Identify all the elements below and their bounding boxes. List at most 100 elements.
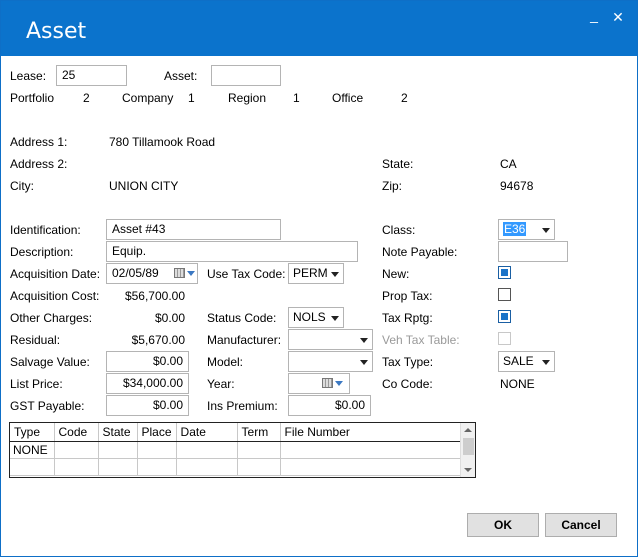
note-payable-label: Note Payable: bbox=[382, 245, 458, 259]
acquisition-date-value: 02/05/89 bbox=[112, 266, 159, 280]
table-cell[interactable] bbox=[54, 458, 99, 476]
residual-label: Residual: bbox=[10, 333, 61, 347]
co-code-value: NONE bbox=[500, 377, 535, 391]
other-charges-label: Other Charges: bbox=[10, 311, 93, 325]
company-value: 1 bbox=[188, 91, 195, 105]
chevron-down-icon bbox=[360, 338, 368, 343]
use-tax-code-label: Use Tax Code: bbox=[207, 267, 286, 281]
column-header-type[interactable]: Type bbox=[10, 423, 55, 442]
grid-table: Type Code State Place Date Term File Num… bbox=[10, 423, 462, 476]
model-select[interactable] bbox=[288, 351, 373, 372]
new-label: New: bbox=[382, 267, 410, 281]
table-row[interactable]: NONE bbox=[10, 441, 462, 459]
table-cell[interactable] bbox=[176, 441, 238, 459]
identification-label: Identification: bbox=[10, 223, 81, 237]
table-cell[interactable] bbox=[237, 458, 281, 476]
table-cell[interactable] bbox=[98, 441, 138, 459]
calendar-icon[interactable] bbox=[322, 378, 333, 388]
class-select[interactable]: E36 bbox=[498, 219, 555, 240]
titlebar[interactable]: Asset _ ✕ bbox=[1, 1, 637, 56]
scroll-thumb[interactable] bbox=[463, 438, 474, 455]
address1-value: 780 Tillamook Road bbox=[109, 135, 216, 149]
asset-label: Asset: bbox=[164, 69, 198, 83]
table-cell[interactable] bbox=[237, 441, 281, 459]
column-header-date[interactable]: Date bbox=[176, 423, 238, 442]
scroll-down-icon[interactable] bbox=[464, 468, 472, 472]
chevron-down-icon[interactable] bbox=[187, 271, 195, 276]
table-cell[interactable] bbox=[280, 458, 462, 476]
calendar-icon[interactable] bbox=[174, 268, 185, 278]
prop-tax-label: Prop Tax: bbox=[382, 289, 433, 303]
prop-tax-checkbox[interactable] bbox=[498, 288, 511, 301]
asset-dialog: Asset _ ✕ Lease: 25 Asset: Portfolio 2 C… bbox=[0, 0, 638, 557]
portfolio-value: 2 bbox=[83, 91, 90, 105]
state-label: State: bbox=[382, 157, 414, 171]
veh-tax-table-checkbox bbox=[498, 332, 511, 345]
acquisition-date-label: Acquisition Date: bbox=[10, 267, 101, 281]
description-input[interactable]: Equip. bbox=[106, 241, 358, 262]
table-cell[interactable] bbox=[10, 458, 55, 476]
list-price-input[interactable]: $34,000.00 bbox=[106, 373, 189, 394]
status-code-label: Status Code: bbox=[207, 311, 277, 325]
co-code-label: Co Code: bbox=[382, 377, 433, 391]
tax-rptg-checkbox[interactable] bbox=[498, 310, 511, 323]
scroll-up-icon[interactable] bbox=[464, 428, 472, 432]
list-price-label: List Price: bbox=[10, 377, 63, 391]
table-cell[interactable] bbox=[176, 458, 238, 476]
description-label: Description: bbox=[10, 245, 74, 259]
chevron-down-icon bbox=[360, 360, 368, 365]
class-label: Class: bbox=[382, 223, 416, 237]
column-header-state[interactable]: State bbox=[98, 423, 138, 442]
region-label: Region bbox=[228, 91, 267, 105]
chevron-down-icon[interactable] bbox=[335, 381, 343, 386]
lease-label: Lease: bbox=[10, 69, 47, 83]
veh-tax-table-label: Veh Tax Table: bbox=[382, 333, 460, 347]
address1-label: Address 1: bbox=[10, 135, 68, 149]
new-checkbox[interactable] bbox=[498, 266, 511, 279]
identification-input[interactable]: Asset #43 bbox=[106, 219, 281, 240]
salvage-value-input[interactable]: $0.00 bbox=[106, 351, 189, 372]
gst-payable-input[interactable]: $0.00 bbox=[106, 395, 189, 416]
salvage-value-label: Salvage Value: bbox=[10, 355, 90, 369]
note-payable-input[interactable] bbox=[498, 241, 568, 262]
gst-payable-label: GST Payable: bbox=[10, 399, 85, 413]
table-cell[interactable] bbox=[54, 441, 99, 459]
office-value: 2 bbox=[401, 91, 408, 105]
table-cell[interactable]: NONE bbox=[10, 441, 55, 459]
table-cell[interactable] bbox=[137, 458, 177, 476]
cancel-button[interactable]: Cancel bbox=[545, 513, 617, 537]
tax-type-label: Tax Type: bbox=[382, 355, 434, 369]
city-value: UNION CITY bbox=[109, 179, 179, 193]
ins-premium-input[interactable]: $0.00 bbox=[288, 395, 371, 416]
lease-input[interactable]: 25 bbox=[56, 65, 127, 86]
tax-rptg-label: Tax Rptg: bbox=[382, 311, 433, 325]
table-row[interactable] bbox=[10, 458, 462, 476]
manufacturer-label: Manufacturer: bbox=[207, 333, 282, 347]
minimize-icon[interactable]: _ bbox=[585, 7, 603, 23]
grid-scrollbar[interactable] bbox=[460, 423, 475, 477]
ok-button[interactable]: OK bbox=[467, 513, 539, 537]
table-cell[interactable] bbox=[280, 441, 462, 459]
city-label: City: bbox=[10, 179, 34, 193]
grid-header-row: Type Code State Place Date Term File Num… bbox=[10, 423, 462, 442]
tax-type-select[interactable]: SALE bbox=[498, 351, 555, 372]
chevron-down-icon bbox=[542, 228, 550, 233]
portfolio-label: Portfolio bbox=[10, 91, 55, 105]
use-tax-code-value: PERM bbox=[293, 266, 328, 280]
close-icon[interactable]: ✕ bbox=[609, 9, 627, 26]
table-cell[interactable] bbox=[98, 458, 138, 476]
ins-premium-label: Ins Premium: bbox=[207, 399, 278, 413]
status-code-select[interactable]: NOLS bbox=[288, 307, 344, 328]
window-title: Asset bbox=[26, 19, 87, 44]
table-cell[interactable] bbox=[137, 441, 177, 459]
lien-grid[interactable]: Type Code State Place Date Term File Num… bbox=[9, 422, 476, 478]
asset-input[interactable] bbox=[211, 65, 281, 86]
use-tax-code-select[interactable]: PERM bbox=[288, 263, 344, 284]
column-header-code[interactable]: Code bbox=[54, 423, 99, 442]
acquisition-cost-label: Acquisition Cost: bbox=[10, 289, 100, 303]
manufacturer-select[interactable] bbox=[288, 329, 373, 350]
column-header-place[interactable]: Place bbox=[137, 423, 177, 442]
column-header-file-number[interactable]: File Number bbox=[280, 423, 462, 442]
office-label: Office bbox=[332, 91, 364, 105]
column-header-term[interactable]: Term bbox=[237, 423, 281, 442]
